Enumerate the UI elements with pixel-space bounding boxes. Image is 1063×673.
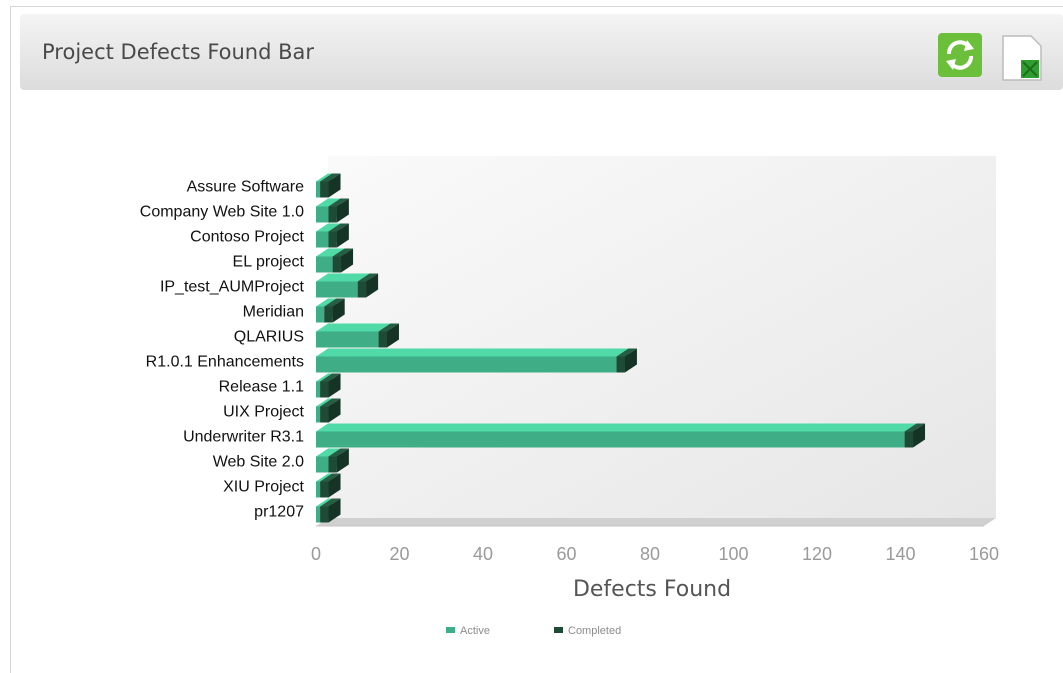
category-labels: Assure Software Company Web Site 1.0 Conto… [140,179,305,521]
legend-label: Completed [568,625,621,637]
category-label: Company Web Site 1.0 [140,204,304,221]
category-label: Contoso Project [190,229,304,246]
category-label: pr1207 [254,504,304,521]
bar-front-face [324,306,333,323]
category-label: UIX Project [223,404,304,421]
category-label: IP_test_AUMProject [160,279,305,296]
category-label: Meridian [243,304,304,321]
bar-front-face [316,381,321,398]
bar-front-face [320,181,329,198]
bar-top-face [316,323,391,332]
bar-front-face [328,206,337,223]
x-tick-label: 60 [556,544,576,564]
x-tick-label: 40 [473,544,493,564]
bar-front-face [616,356,625,373]
bar-front-face [320,381,329,398]
bar-segment [316,348,629,373]
plot-floor [316,518,996,526]
bar-front-face [316,231,329,248]
bar-row [316,423,926,448]
bar-front-face [328,231,337,248]
bar-front-face [316,256,333,273]
legend-swatch [554,627,563,633]
bar-front-face [332,256,342,273]
x-tick-label: 140 [885,544,915,564]
x-tick-label: 160 [969,544,999,564]
bar-front-face [316,281,358,298]
plot-back-wall [328,156,996,518]
bar-front-face [904,431,914,448]
category-label: Underwriter R3.1 [183,429,304,446]
bar-top-face [316,348,629,357]
bar-front-face [357,281,367,298]
bar-top-face [316,423,917,432]
x-tick-label: 0 [311,544,321,564]
plot-background [316,156,996,527]
bar-front-face [316,456,329,473]
category-label: QLARIUS [234,329,304,346]
category-label: XIU Project [223,479,304,496]
x-tick-labels: 0 20 40 60 80 100 120 140 160 [311,544,999,564]
x-tick-label: 120 [802,544,832,564]
x-axis-title: Defects Found [573,577,731,602]
bar-front-face [316,306,325,323]
bar-front-face [316,356,617,373]
legend: Active Completed [446,625,621,637]
category-label: Release 1.1 [219,379,304,396]
category-label: R1.0.1 Enhancements [146,354,304,371]
legend-label: Active [460,625,490,637]
bar-front-face [316,331,379,348]
bar-front-face [316,206,329,223]
category-label: Assure Software [187,179,304,196]
bar-row [316,273,379,298]
bar-front-face [320,506,329,523]
bar-front-face [316,406,321,423]
legend-swatch [446,627,455,633]
bar-front-face [328,456,337,473]
x-tick-label: 100 [718,544,748,564]
defects-bar-chart: Assure Software Company Web Site 1.0 Conto… [140,156,999,637]
bar-front-face [316,506,321,523]
bar-front-face [316,431,905,448]
bar-row [316,348,637,373]
category-label: Web Site 2.0 [213,454,304,471]
bar-front-face [320,406,329,423]
bar-front-face [378,331,387,348]
bar-front-face [320,481,329,498]
bar-segment [316,423,917,448]
x-tick-label: 80 [640,544,660,564]
x-tick-label: 20 [389,544,409,564]
bar-front-face [316,481,321,498]
bar-row [316,323,399,348]
category-label: EL project [233,254,305,271]
bar-front-face [316,181,321,198]
